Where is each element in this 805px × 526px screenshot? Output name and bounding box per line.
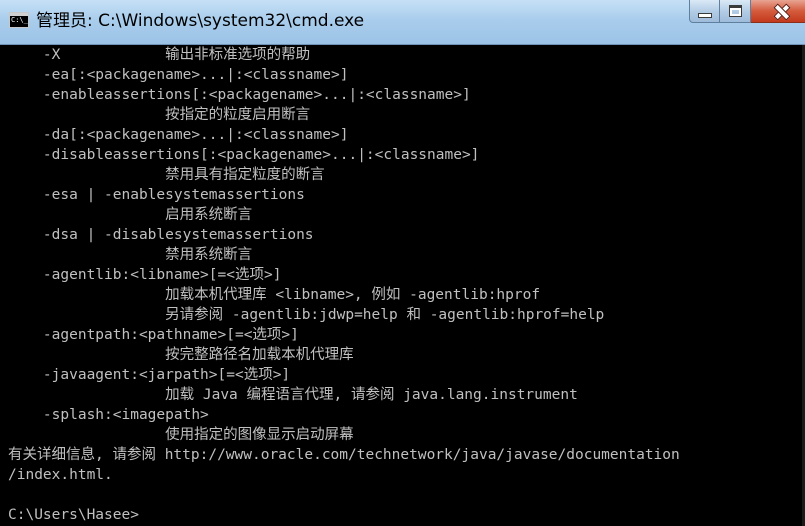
console-line: 加载本机代理库 <libname>, 例如 -agentlib:hprof [8,287,541,303]
console-line: 禁用系统断言 [8,247,253,263]
console-line: -enableassertions[:<packagename>...|:<cl… [8,87,471,103]
console-line: -dsa | -disablesystemassertions [8,227,314,243]
console-line: -agentlib:<libname>[=<选项>] [8,267,282,283]
console-line: -da[:<packagename>...|:<classname>] [8,127,349,143]
console-line: 按指定的粒度启用断言 [8,107,311,123]
maximize-button[interactable] [720,0,751,23]
console-line: -ea[:<packagename>...|:<classname>] [8,67,349,83]
console-line: 按完整路径名加载本机代理库 [8,347,354,363]
command-prompt-icon[interactable] [9,12,29,28]
console-line: -agentpath:<pathname>[=<选项>] [8,327,299,343]
console-line: /index.html. [8,467,113,483]
console-line: 启用系统断言 [8,207,253,223]
minimize-icon [697,13,712,18]
command-prompt-line[interactable]: C:\Users\Hasee> [8,505,805,525]
close-icon [774,4,788,18]
close-button[interactable] [751,0,805,23]
console-line: -disableassertions[:<packagename>...|:<c… [8,147,480,163]
console-line: -X 输出非标准选项的帮助 [8,47,311,63]
console-line: 加载 Java 编程语言代理, 请参阅 java.lang.instrument [8,387,578,403]
console-output[interactable]: -X 输出非标准选项的帮助 -ea[:<packagename>...|:<cl… [8,45,805,526]
window-controls [689,0,805,24]
console-line: 禁用具有指定粒度的断言 [8,167,325,183]
window-title: 管理员: C:\Windows\system32\cmd.exe [36,11,365,31]
console-line: -splash:<imagepath> [8,407,209,423]
console-line: 另请参阅 -agentlib:jdwp=help 和 -agentlib:hpr… [8,307,605,323]
title-bar[interactable]: 管理员: C:\Windows\system32\cmd.exe [0,0,805,45]
console-line: -esa | -enablesystemassertions [8,187,305,203]
console-line: -javaagent:<jarpath>[=<选项>] [8,367,291,383]
maximize-icon [728,5,742,17]
minimize-button[interactable] [689,0,720,23]
console-line: 使用指定的图像显示启动屏幕 [8,427,354,443]
console-line: 有关详细信息, 请参阅 http://www.oracle.com/techne… [8,447,680,463]
cmd-window: 管理员: C:\Windows\system32\cmd.exe -X 输出非标… [0,0,805,526]
